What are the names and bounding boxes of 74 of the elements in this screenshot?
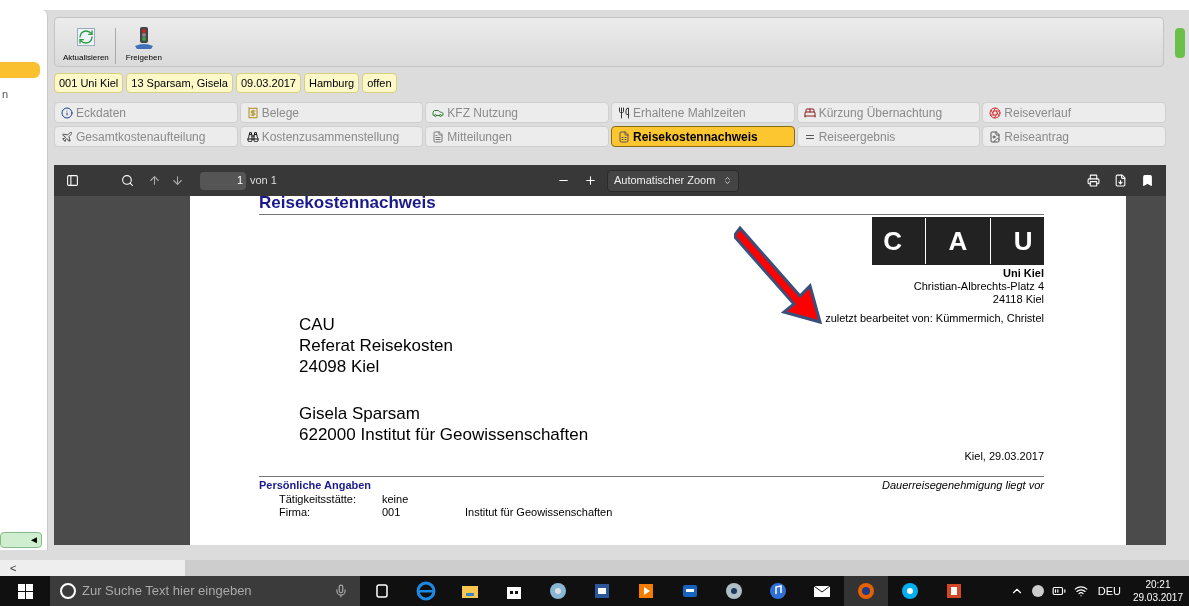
edited-by-note: zuletzt bearbeitet von: Kümmermich, Christel xyxy=(825,312,1044,326)
release-button[interactable]: Freigeben xyxy=(125,26,162,64)
document-icon xyxy=(432,130,445,143)
ring-icon xyxy=(989,106,1002,119)
zoom-in-icon[interactable] xyxy=(583,174,597,187)
receipt-icon xyxy=(246,106,259,119)
cortana-icon xyxy=(60,583,76,599)
bed-icon xyxy=(803,106,816,119)
section-heading: Persönliche Angaben xyxy=(259,477,372,493)
print-icon[interactable] xyxy=(1087,174,1100,187)
permit-note: Dauerreisegenehmigung liegt vor xyxy=(881,477,1044,493)
tab[interactable]: Kostenzusammenstellung xyxy=(239,126,424,147)
address-line: 24118 Kiel xyxy=(992,293,1044,306)
dropdown-icon xyxy=(723,176,733,185)
language-indicator[interactable]: DEU xyxy=(1097,582,1121,600)
zoom-select[interactable]: Automatischer Zoom xyxy=(606,169,740,192)
tab[interactable]: Eckdaten xyxy=(54,102,238,123)
sender-line: Gisela Sparsam xyxy=(299,403,421,424)
taskbar-search-field[interactable]: Zur Suche Text hier eingeben xyxy=(50,576,360,606)
tab[interactable]: Belege xyxy=(239,102,424,123)
clock[interactable]: 20:21 29.03.2017 xyxy=(1132,578,1183,604)
document-date: Kiel, 29.03.2017 xyxy=(964,449,1044,464)
field-text: 001 xyxy=(382,506,402,519)
university-logo: C A U xyxy=(872,217,1044,265)
tab[interactable]: Reisekostennachweis xyxy=(611,126,795,147)
tab[interactable]: Reiseantrag xyxy=(982,126,1166,147)
info-badge: 13 Sparsam, Gisela xyxy=(126,73,233,93)
microphone-icon[interactable] xyxy=(334,584,348,598)
sender-line: 622000 Institut für Geowissenschaften xyxy=(299,424,590,445)
info-icon xyxy=(61,106,73,119)
recipient-line: 24098 Kiel xyxy=(299,356,381,377)
tab[interactable]: Gesamtkostenaufteilung xyxy=(54,126,238,147)
tab[interactable]: Mitteilungen xyxy=(425,126,609,147)
sidebar-toggle-icon[interactable] xyxy=(66,174,79,187)
collapse-button[interactable]: ◄ xyxy=(0,532,42,548)
field-text: Firma: xyxy=(279,506,312,519)
binoculars-icon xyxy=(246,130,259,143)
page-number-field[interactable]: 1 xyxy=(200,171,246,190)
refresh-icon xyxy=(76,28,95,46)
windows-icon xyxy=(17,583,33,599)
plane-icon xyxy=(61,130,73,143)
info-badge: offen xyxy=(362,73,397,93)
field-text: keine xyxy=(382,493,410,506)
address-line: Christian-Albrechts-Platz 4 xyxy=(913,280,1044,293)
image-file-icon xyxy=(989,130,1002,143)
document-title: Reisekostennachweis xyxy=(259,194,436,211)
battery-icon[interactable] xyxy=(1051,584,1066,598)
tab[interactable]: Erhaltene Mahlzeiten xyxy=(611,102,795,123)
previous-page-icon[interactable] xyxy=(148,174,161,187)
next-page-icon[interactable] xyxy=(171,174,184,187)
page-count: von 1 xyxy=(250,173,277,189)
field-text: Tätigkeitsstätte: xyxy=(279,493,358,506)
sidebar-label: n xyxy=(2,87,9,102)
refresh-button[interactable]: Aktualisieren xyxy=(61,28,116,64)
download-icon[interactable] xyxy=(1114,174,1127,187)
recipient-line: Referat Reisekosten xyxy=(299,335,454,356)
tab[interactable]: KFZ Nutzung xyxy=(425,102,609,123)
tab[interactable]: Reiseverlauf xyxy=(982,102,1166,123)
org-name: Uni Kiel xyxy=(1003,267,1044,280)
search-icon[interactable] xyxy=(121,174,134,187)
tray-app-icon[interactable] xyxy=(1031,585,1044,597)
info-badge: 09.03.2017 xyxy=(235,73,301,93)
info-badge: 001 Uni Kiel xyxy=(54,73,124,93)
bookmark-icon[interactable] xyxy=(1141,174,1154,187)
scroll-left-arrow[interactable]: < xyxy=(10,562,17,574)
info-badge: Hamburg xyxy=(304,73,360,93)
scrollbar-thumb[interactable] xyxy=(185,560,1189,576)
tab[interactable]: Kürzung Übernachtung xyxy=(796,102,981,123)
spreadsheet-icon xyxy=(618,130,630,143)
tab[interactable]: Reiseergebnis xyxy=(796,126,981,147)
recipient-line: CAU xyxy=(299,314,336,335)
wifi-icon[interactable] xyxy=(1073,584,1088,598)
field-text: Institut für Geowissenschaften xyxy=(465,506,613,519)
cutlery-icon xyxy=(618,106,630,119)
